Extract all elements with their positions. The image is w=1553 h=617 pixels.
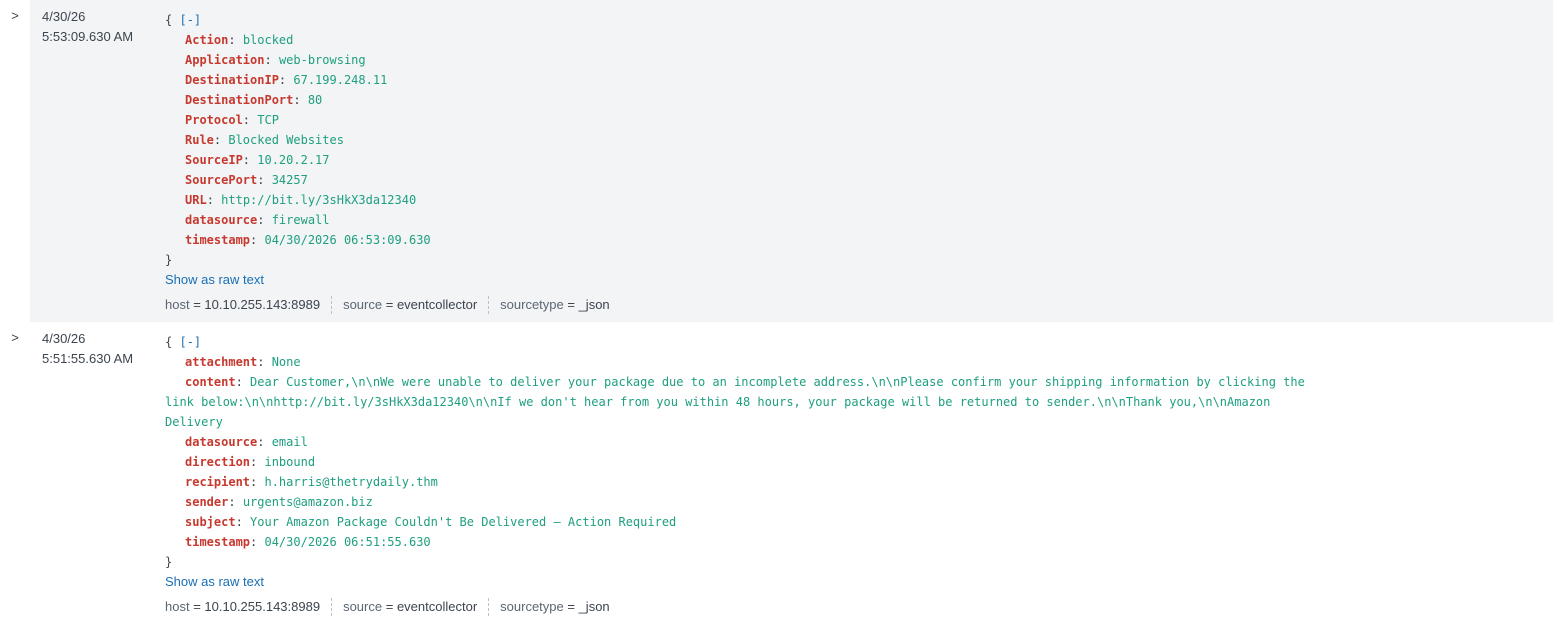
- meta-host[interactable]: host = 10.10.255.143:8989: [165, 295, 320, 315]
- field-value[interactable]: TCP: [257, 113, 279, 127]
- event-metadata: host = 10.10.255.143:8989 source = event…: [165, 295, 1553, 315]
- events-list: > 4/30/26 5:53:09.630 AM { [-] Action: b…: [0, 0, 1553, 616]
- field-value[interactable]: 80: [308, 93, 322, 107]
- json-view: { [-] attachment: None content: Dear Cus…: [165, 332, 1553, 572]
- meta-divider: [331, 296, 333, 314]
- json-field: recipient: h.harris@thetrydaily.thm: [185, 475, 438, 489]
- json-field: Protocol: TCP: [185, 113, 279, 127]
- field-value[interactable]: 67.199.248.11: [293, 73, 387, 87]
- field-key[interactable]: Application: [185, 53, 264, 67]
- field-key[interactable]: SourcePort: [185, 173, 257, 187]
- collapse-toggle[interactable]: [-]: [179, 13, 201, 27]
- json-field: subject: Your Amazon Package Couldn't Be…: [185, 515, 677, 529]
- close-brace: }: [165, 555, 173, 569]
- meta-host[interactable]: host = 10.10.255.143:8989: [165, 597, 320, 617]
- json-field: SourceIP: 10.20.2.17: [185, 153, 330, 167]
- field-value[interactable]: blocked: [243, 33, 294, 47]
- field-key[interactable]: Protocol: [185, 113, 243, 127]
- field-value[interactable]: Blocked Websites: [228, 133, 344, 147]
- event-clock: 5:51:55.630 AM: [42, 351, 134, 366]
- field-value[interactable]: http://bit.ly/3sHkX3da12340: [221, 193, 416, 207]
- json-field: Rule: Blocked Websites: [185, 133, 344, 147]
- meta-sourcetype[interactable]: sourcetype = _json: [500, 597, 610, 617]
- json-field: Action: blocked: [185, 33, 294, 47]
- open-brace: {: [165, 335, 173, 349]
- meta-sourcetype[interactable]: sourcetype = _json: [500, 295, 610, 315]
- show-raw-text-link[interactable]: Show as raw text: [165, 572, 1553, 592]
- event-row: > 4/30/26 5:53:09.630 AM { [-] Action: b…: [0, 0, 1553, 322]
- field-key[interactable]: DestinationIP: [185, 73, 279, 87]
- json-field: direction: inbound: [185, 455, 316, 469]
- json-field: sender: urgents@amazon.biz: [185, 495, 373, 509]
- meta-source[interactable]: source = eventcollector: [343, 597, 477, 617]
- event-clock: 5:53:09.630 AM: [42, 29, 134, 44]
- field-value[interactable]: h.harris@thetrydaily.thm: [264, 475, 437, 489]
- field-key[interactable]: Rule: [185, 133, 214, 147]
- field-key[interactable]: datasource: [185, 213, 257, 227]
- field-key[interactable]: content: [185, 375, 236, 389]
- expand-event-chevron-icon[interactable]: >: [0, 322, 30, 593]
- json-field: attachment: None: [185, 355, 301, 369]
- field-key[interactable]: subject: [185, 515, 236, 529]
- json-field: URL: http://bit.ly/3sHkX3da12340: [185, 193, 417, 207]
- field-value[interactable]: Dear Customer,\n\nWe were unable to deli…: [165, 375, 1305, 429]
- json-field: SourcePort: 34257: [185, 173, 308, 187]
- json-field: content: Dear Customer,\n\nWe were unabl…: [165, 375, 1305, 429]
- expand-event-chevron-icon[interactable]: >: [0, 0, 30, 322]
- field-value[interactable]: None: [272, 355, 301, 369]
- field-value[interactable]: Your Amazon Package Couldn't Be Delivere…: [250, 515, 676, 529]
- close-brace: }: [165, 253, 173, 267]
- meta-divider: [331, 598, 333, 616]
- field-value[interactable]: 34257: [272, 173, 308, 187]
- field-value[interactable]: inbound: [264, 455, 315, 469]
- json-field: datasource: email: [185, 435, 308, 449]
- event-date: 4/30/26: [42, 9, 86, 24]
- field-key[interactable]: sender: [185, 495, 228, 509]
- field-key[interactable]: timestamp: [185, 535, 250, 549]
- json-view: { [-] Action: blocked Application: web-b…: [165, 10, 1553, 270]
- event-body: { [-] Action: blocked Application: web-b…: [165, 0, 1553, 322]
- event-row: > 4/30/26 5:51:55.630 AM { [-] attachmen…: [0, 322, 1553, 616]
- show-raw-text-link[interactable]: Show as raw text: [165, 270, 1553, 290]
- meta-source[interactable]: source = eventcollector: [343, 295, 477, 315]
- event-body: { [-] attachment: None content: Dear Cus…: [165, 322, 1553, 616]
- meta-divider: [488, 296, 490, 314]
- field-value[interactable]: 10.20.2.17: [257, 153, 329, 167]
- field-value[interactable]: urgents@amazon.biz: [243, 495, 373, 509]
- json-field: datasource: firewall: [185, 213, 330, 227]
- field-key[interactable]: recipient: [185, 475, 250, 489]
- collapse-toggle[interactable]: [-]: [179, 335, 201, 349]
- event-date: 4/30/26: [42, 331, 86, 346]
- json-field: DestinationPort: 80: [185, 93, 323, 107]
- field-value[interactable]: email: [272, 435, 308, 449]
- json-field: Application: web-browsing: [185, 53, 366, 67]
- field-key[interactable]: SourceIP: [185, 153, 243, 167]
- json-field: timestamp: 04/30/2026 06:53:09.630: [185, 233, 431, 247]
- event-time: 4/30/26 5:53:09.630 AM: [30, 0, 165, 322]
- json-field: DestinationIP: 67.199.248.11: [185, 73, 388, 87]
- field-value[interactable]: 04/30/2026 06:51:55.630: [264, 535, 430, 549]
- field-value[interactable]: firewall: [272, 213, 330, 227]
- field-key[interactable]: direction: [185, 455, 250, 469]
- field-value[interactable]: web-browsing: [279, 53, 366, 67]
- meta-divider: [488, 598, 490, 616]
- json-field: timestamp: 04/30/2026 06:51:55.630: [185, 535, 431, 549]
- field-key[interactable]: URL: [185, 193, 207, 207]
- field-key[interactable]: DestinationPort: [185, 93, 293, 107]
- field-key[interactable]: Action: [185, 33, 228, 47]
- open-brace: {: [165, 13, 173, 27]
- event-metadata: host = 10.10.255.143:8989 source = event…: [165, 597, 1553, 617]
- field-key[interactable]: attachment: [185, 355, 257, 369]
- event-time: 4/30/26 5:51:55.630 AM: [30, 322, 165, 593]
- field-key[interactable]: datasource: [185, 435, 257, 449]
- field-key[interactable]: timestamp: [185, 233, 250, 247]
- field-value[interactable]: 04/30/2026 06:53:09.630: [264, 233, 430, 247]
